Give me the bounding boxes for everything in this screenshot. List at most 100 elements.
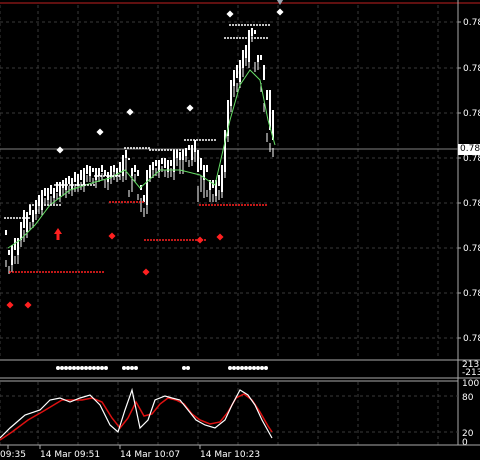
candle-body: [98, 168, 100, 176]
candle-body: [62, 180, 64, 188]
support-dot: [133, 201, 135, 203]
candle-body: [35, 200, 37, 214]
support-dot: [250, 204, 252, 206]
resistance-dot: [158, 149, 160, 151]
candle-body: [236, 65, 238, 78]
support-dot: [147, 239, 149, 241]
resistance-dot: [230, 37, 232, 39]
resistance-dot: [100, 175, 102, 177]
candle-body: [179, 152, 181, 160]
chart-canvas[interactable]: 0.780.780.780.780.780.780.780.78213-2131…: [0, 0, 480, 460]
up-fractal-diamond: [226, 10, 234, 18]
support-dot: [156, 239, 158, 241]
signal-dot: [84, 366, 88, 370]
resistance-dot: [260, 37, 262, 39]
chart-window[interactable]: 0.780.780.780.780.780.780.780.78213-2131…: [0, 0, 480, 460]
support-dot: [118, 201, 120, 203]
support-dot: [121, 201, 123, 203]
support-dot: [253, 204, 255, 206]
candle-body: [143, 195, 145, 202]
candle-body: [260, 55, 262, 60]
support-dot: [75, 271, 77, 273]
signal-dot: [64, 366, 68, 370]
time-tick-label: 09:35: [0, 450, 26, 460]
resistance-dot: [167, 149, 169, 151]
support-dot: [217, 204, 219, 206]
chart-shift-marker[interactable]: [275, 0, 285, 5]
candle-body: [185, 148, 187, 156]
resistance-dot: [164, 149, 166, 151]
resistance-dot: [115, 175, 117, 177]
candle-body: [263, 65, 265, 80]
resistance-dot: [127, 147, 129, 149]
candle-body: [41, 190, 43, 210]
resistance-dot: [81, 184, 83, 186]
stochastic-signal-line: [0, 393, 273, 441]
resistance-dot: [262, 24, 264, 26]
support-dot: [265, 204, 267, 206]
support-dot: [54, 271, 56, 273]
support-dot: [42, 271, 44, 273]
support-dot: [262, 204, 264, 206]
support-dot: [69, 271, 71, 273]
candle-body: [257, 55, 259, 62]
support-dot: [223, 204, 225, 206]
candle-body: [254, 30, 256, 34]
support-dot: [241, 204, 243, 206]
signal-dot: [68, 366, 72, 370]
support-dot: [177, 239, 179, 241]
stochastic-main-line: [0, 387, 273, 439]
resistance-dot: [97, 175, 99, 177]
resistance-dot: [133, 147, 135, 149]
resistance-dot: [94, 175, 96, 177]
candle-body: [233, 70, 235, 86]
candle-body: [134, 165, 136, 172]
resistance-dot: [266, 37, 268, 39]
time-tick-label: 14 Mar 09:51: [40, 450, 100, 460]
support-dot: [96, 271, 98, 273]
signal-dot: [76, 366, 80, 370]
support-dot: [87, 271, 89, 273]
support-dot: [165, 239, 167, 241]
down-fractal-diamond: [142, 268, 150, 276]
support-dot: [12, 271, 14, 273]
resistance-dot: [50, 204, 52, 206]
support-dot: [232, 204, 234, 206]
resistance-dot: [199, 139, 201, 141]
support-dot: [150, 239, 152, 241]
subwindow1-axis-label: -213: [462, 368, 480, 378]
support-dot: [115, 201, 117, 203]
resistance-dot: [10, 217, 12, 219]
resistance-dot: [78, 184, 80, 186]
support-dot: [204, 239, 206, 241]
resistance-dot: [4, 217, 6, 219]
resistance-dot: [19, 217, 21, 219]
up-fractal-diamond: [96, 128, 104, 136]
support-dot: [189, 239, 191, 241]
resistance-dot: [179, 149, 181, 151]
support-dot: [247, 204, 249, 206]
support-dot: [130, 201, 132, 203]
support-dot: [229, 204, 231, 206]
price-tick-label: 0.78: [463, 109, 480, 119]
support-dot: [136, 201, 138, 203]
resistance-dot: [205, 139, 207, 141]
resistance-dot: [214, 139, 216, 141]
resistance-dot: [238, 24, 240, 26]
candle-body: [83, 168, 85, 186]
resistance-dot: [265, 24, 267, 26]
resistance-dot: [224, 37, 226, 39]
candle-body: [95, 168, 97, 180]
resistance-dot: [69, 184, 71, 186]
support-dot: [238, 204, 240, 206]
signal-dot: [244, 366, 248, 370]
support-dot: [66, 271, 68, 273]
support-dot: [183, 239, 185, 241]
signal-dot: [92, 366, 96, 370]
support-dot: [48, 271, 50, 273]
support-dot: [15, 271, 17, 273]
resistance-dot: [57, 184, 59, 186]
time-tick-label: 14 Mar 10:07: [120, 450, 180, 460]
support-dot: [208, 204, 210, 206]
support-dot: [102, 271, 104, 273]
